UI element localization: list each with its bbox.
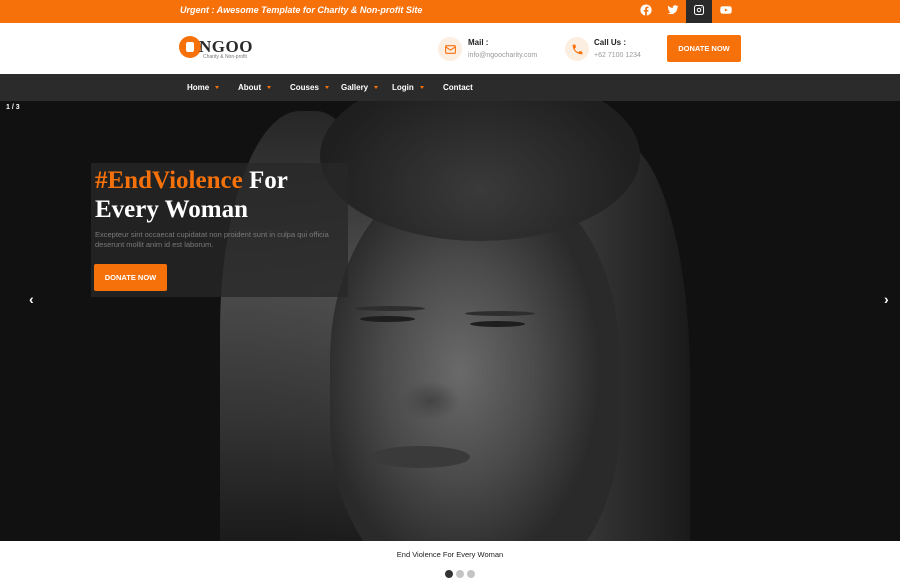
nav-item-gallery[interactable]: Gallery: [341, 83, 379, 92]
hero-title-accent: #EndViolence: [95, 167, 243, 194]
nav-item-login[interactable]: Login: [392, 83, 424, 92]
main-nav: Home About Couses Gallery Login Contact: [0, 74, 900, 101]
nav-item-contact[interactable]: Contact: [443, 83, 473, 92]
hero-photo-lips: [370, 446, 470, 468]
youtube-link[interactable]: [713, 0, 739, 23]
caret-down-icon: [419, 86, 424, 89]
mail-title: Mail :: [468, 38, 489, 47]
header-donate-button[interactable]: DONATE NOW: [667, 35, 741, 62]
hero-slider[interactable]: 1 / 3 #EndViolence For Every Woman Excep…: [0, 101, 900, 541]
nav-item-about[interactable]: About: [238, 83, 272, 92]
instagram-link[interactable]: [686, 0, 712, 23]
facebook-icon: [640, 3, 652, 21]
mail-address[interactable]: info@ngoocharity.com: [468, 52, 537, 59]
hero-photo-eye: [470, 321, 525, 327]
hero-title-line2: Every Woman: [95, 196, 249, 223]
youtube-icon: [720, 3, 732, 21]
call-title: Call Us :: [594, 38, 627, 47]
slider-dot-3[interactable]: [467, 570, 475, 578]
twitter-link[interactable]: [660, 0, 686, 23]
logo-mark-icon: [179, 36, 201, 58]
slide-counter: 1 / 3: [6, 104, 20, 111]
slider-dot-2[interactable]: [456, 570, 464, 578]
caret-down-icon: [267, 86, 272, 89]
hero-donate-button[interactable]: DONATE NOW: [94, 264, 167, 291]
caret-down-icon: [215, 86, 220, 89]
hero-photo-eye: [360, 316, 415, 322]
hero-title-rest: For: [242, 167, 288, 194]
slider-prev-arrow-icon[interactable]: ‹: [29, 291, 34, 307]
logo-tagline: Charity & Non-profit: [203, 54, 247, 60]
hero-photo-brow: [465, 311, 535, 316]
hero-photo-brow: [355, 306, 425, 311]
slider-dot-1[interactable]: [445, 570, 453, 578]
facebook-link[interactable]: [633, 0, 659, 23]
hero-photo-nose: [400, 381, 460, 421]
instagram-icon: [693, 3, 705, 21]
nav-item-couses[interactable]: Couses: [290, 83, 329, 92]
nav-item-home[interactable]: Home: [187, 83, 220, 92]
slider-next-arrow-icon[interactable]: ›: [884, 291, 889, 307]
slide-caption: End Violence For Every Woman: [396, 550, 504, 559]
twitter-icon: [667, 3, 679, 21]
top-bar: Urgent : Awesome Template for Charity & …: [0, 0, 900, 23]
caret-down-icon: [324, 86, 329, 89]
hero-description: Excepteur sint occaecat cupidatat non pr…: [95, 230, 329, 249]
site-header: NGOO Charity & Non-profit Mail : info@ng…: [0, 23, 900, 74]
call-number[interactable]: +62 7100 1234: [594, 52, 641, 59]
hero-title: #EndViolence For Every Woman: [95, 166, 288, 224]
mail-icon: [438, 37, 462, 61]
phone-icon: [565, 37, 589, 61]
caret-down-icon: [374, 86, 379, 89]
hero-content-box: #EndViolence For Every Woman Excepteur s…: [91, 163, 348, 297]
urgent-announcement: Urgent : Awesome Template for Charity & …: [180, 5, 423, 15]
